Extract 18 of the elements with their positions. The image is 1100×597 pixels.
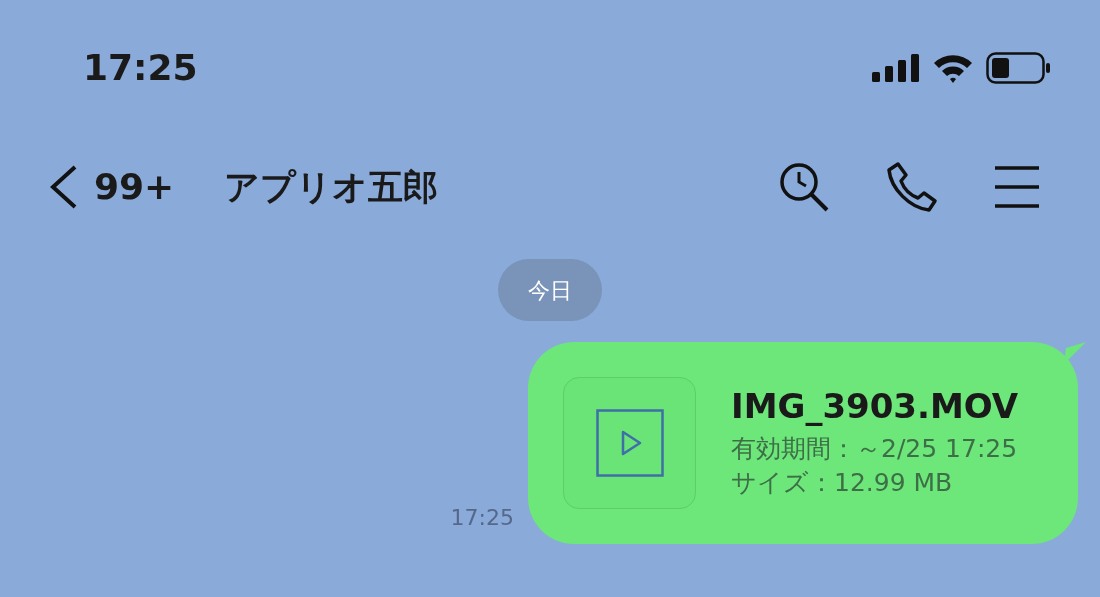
file-size: サイズ：12.99 MB bbox=[731, 467, 954, 499]
status-time: 17:25 bbox=[83, 45, 198, 90]
chat-title: アプリオ五郎 bbox=[224, 165, 439, 209]
file-name: IMG_3903.MOV bbox=[731, 386, 1019, 426]
wifi-icon bbox=[932, 52, 974, 83]
play-icon bbox=[595, 409, 664, 477]
message-bubble[interactable]: IMG_3903.MOV 有効期間：～2/25 17:25 サイズ：12.99 MB bbox=[528, 342, 1078, 544]
phone-icon[interactable] bbox=[886, 161, 938, 213]
message-time: 17:25 bbox=[450, 504, 514, 532]
video-thumbnail[interactable] bbox=[563, 377, 696, 509]
back-button[interactable]: 99+ bbox=[48, 160, 175, 214]
search-icon[interactable] bbox=[778, 161, 830, 213]
chevron-left-icon bbox=[48, 164, 78, 210]
menu-icon[interactable] bbox=[994, 165, 1040, 209]
signal-icon bbox=[872, 53, 920, 82]
date-chip: 今日 bbox=[498, 259, 602, 321]
battery-icon bbox=[986, 51, 1052, 84]
file-expiry: 有効期間：～2/25 17:25 bbox=[731, 433, 1019, 465]
